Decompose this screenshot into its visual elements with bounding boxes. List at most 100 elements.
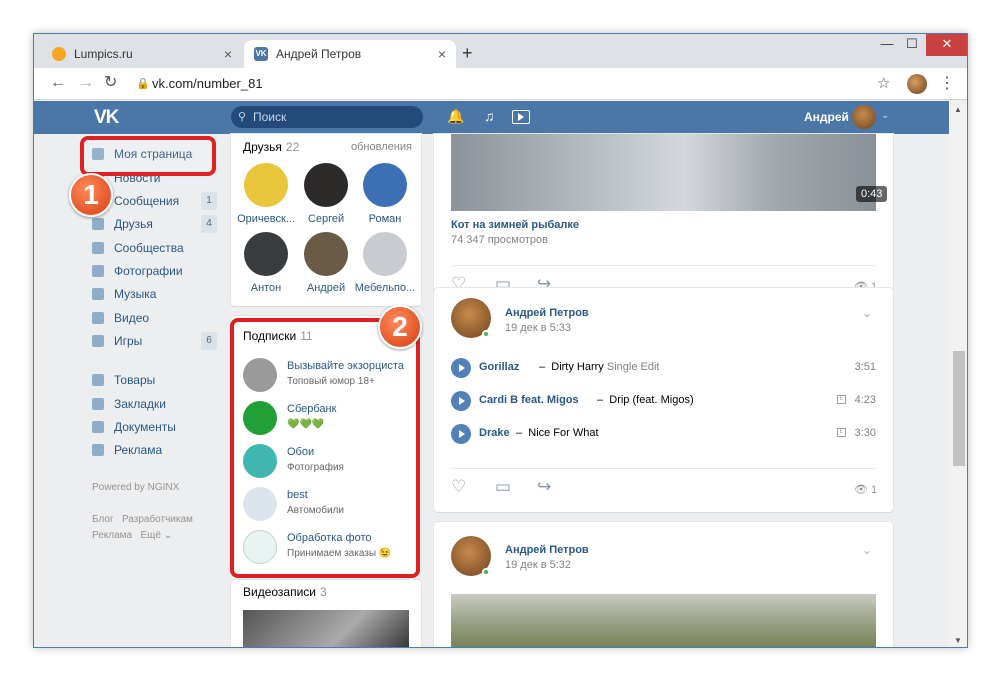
friends-updates-link[interactable]: обновления — [351, 141, 412, 153]
track-title-text: Nice For What — [528, 427, 599, 439]
search-input[interactable]: ⚲ Поиск — [231, 106, 423, 128]
friend-name: Мебельпо... — [354, 282, 416, 294]
reload-icon[interactable]: ↻ — [104, 74, 117, 92]
friend-item[interactable]: Роман — [350, 163, 420, 225]
video-duration: 0:43 — [856, 186, 888, 202]
maximize-button[interactable]: ☐ — [902, 34, 922, 56]
bookmark-star-icon[interactable]: ☆ — [877, 74, 890, 92]
play-icon[interactable] — [451, 391, 471, 411]
browser-window: Lumpics.ru × VK Андрей Петров × + — ☐ ✕ … — [33, 33, 968, 648]
track-dash: – — [597, 394, 604, 406]
tab-strip: Lumpics.ru × VK Андрей Петров × + — ☐ ✕ — [34, 34, 967, 68]
play-icon[interactable] — [512, 110, 530, 124]
track-title-text: Dirty Harry — [551, 361, 604, 373]
post-author-name[interactable]: Андрей Петров — [505, 307, 589, 319]
nav-item-friends[interactable]: Друзья 4 — [87, 214, 217, 234]
video-thumbnail[interactable] — [243, 610, 409, 647]
footer-link-developers[interactable]: Разработчикам — [122, 514, 193, 525]
footer-link-more[interactable]: Ещё ⌄ — [140, 530, 172, 541]
browser-toolbar: ← → ↻ 🔒 vk.com/number_81 ☆ ⋮ — [34, 68, 967, 100]
post-date[interactable]: 19 дек в 5:33 — [505, 322, 571, 334]
tab-vk-profile[interactable]: VK Андрей Петров × — [244, 40, 456, 68]
document-icon — [92, 421, 104, 433]
header-user-name[interactable]: Андрей — [804, 110, 849, 124]
track-duration: 3:51 — [854, 361, 876, 373]
scrollbar-thumb[interactable] — [953, 351, 965, 466]
lock-icon: 🔒 — [136, 78, 150, 90]
nav-item-communities[interactable]: Сообщества — [87, 238, 217, 258]
nav-item-games[interactable]: Игры 6 — [87, 331, 217, 351]
chevron-down-icon[interactable]: ⌄ — [881, 110, 889, 121]
play-icon[interactable] — [451, 358, 471, 378]
track-title: – Nice For What — [516, 427, 599, 439]
photo-post: Андрей Петров 19 дек в 5:32 ⌄ — [434, 522, 893, 647]
vk-logo[interactable]: VK — [94, 107, 119, 129]
post-author-name[interactable]: Андрей Петров — [505, 544, 589, 556]
audio-track[interactable]: Cardi B feat. Migos – Drip (feat. Migos)… — [451, 391, 876, 413]
nav-item-bookmarks[interactable]: Закладки — [87, 394, 217, 414]
views-number: 1 — [871, 484, 878, 496]
friend-name: Роман — [368, 213, 402, 225]
bag-icon — [92, 374, 104, 386]
nav-item-photos[interactable]: Фотографии — [87, 261, 217, 281]
track-artist[interactable]: Gorillaz — [479, 361, 519, 373]
film-icon — [92, 312, 104, 324]
window-close-button[interactable]: ✕ — [926, 34, 967, 56]
page-scrollbar[interactable]: ▲ ▼ — [949, 101, 967, 647]
chevron-down-icon[interactable]: ⌄ — [862, 306, 872, 320]
friend-item[interactable]: Мебельпо... — [350, 232, 420, 294]
track-title-text: Drip (feat. Migos) — [609, 394, 694, 406]
track-duration: 4:23 — [854, 394, 876, 406]
close-icon[interactable]: × — [438, 40, 446, 68]
track-artist[interactable]: Cardi B feat. Migos — [479, 394, 579, 406]
friend-avatar — [363, 163, 407, 207]
back-arrow-icon[interactable]: ← — [50, 74, 66, 92]
post-date[interactable]: 19 дек в 5:32 — [505, 559, 571, 571]
bell-icon[interactable]: 🔔 — [447, 108, 464, 125]
nav-count-badge: 1 — [201, 192, 217, 210]
new-tab-button[interactable]: + — [462, 44, 473, 62]
address-bar[interactable]: 🔒 vk.com/number_81 — [132, 73, 852, 95]
scroll-up-icon[interactable]: ▲ — [954, 105, 962, 114]
friend-avatar — [304, 163, 348, 207]
nav-label: Документы — [114, 420, 176, 434]
post-photo[interactable] — [451, 594, 876, 647]
videos-title[interactable]: Видеозаписи 3 — [243, 585, 327, 599]
minimize-button[interactable]: — — [877, 34, 897, 56]
track-dash: – — [539, 361, 546, 373]
nav-item-documents[interactable]: Документы — [87, 417, 217, 437]
nav-item-ads[interactable]: Реклама — [87, 440, 217, 460]
friend-avatar — [304, 232, 348, 276]
share-arrow-icon[interactable]: ↪ — [537, 477, 551, 497]
footer-link-ads[interactable]: Реклама — [92, 530, 132, 541]
close-icon[interactable]: × — [224, 40, 232, 68]
audio-track[interactable]: Drake – Nice For What E 3:30 — [451, 424, 876, 446]
footer-link-blog[interactable]: Блог — [92, 514, 114, 525]
audio-track[interactable]: Gorillaz – Dirty Harry Single Edit 3:51 — [451, 358, 876, 380]
tab-title: Андрей Петров — [276, 47, 362, 61]
menu-kebab-icon[interactable]: ⋮ — [939, 73, 955, 93]
online-indicator — [482, 568, 490, 576]
post-views: 👁 1 — [854, 483, 877, 496]
forward-arrow-icon[interactable]: → — [78, 74, 94, 92]
music-note-icon[interactable]: ♫ — [484, 108, 495, 124]
play-icon[interactable] — [451, 424, 471, 444]
video-title[interactable]: Кот на зимней рыбалке — [451, 219, 579, 231]
nav-item-market[interactable]: Товары — [87, 370, 217, 390]
tab-lumpics[interactable]: Lumpics.ru × — [42, 40, 242, 68]
nav-item-video[interactable]: Видео — [87, 308, 217, 328]
video-thumbnail[interactable]: 0:43 — [451, 134, 888, 211]
videos-title-text: Видеозаписи — [243, 585, 317, 599]
scroll-down-icon[interactable]: ▼ — [954, 636, 962, 645]
nav-item-music[interactable]: Музыка — [87, 284, 217, 304]
friends-title[interactable]: Друзья 22 — [243, 140, 299, 154]
video-post: 0:43 Кот на зимней рыбалке 74 347 просмо… — [434, 134, 893, 306]
track-artist[interactable]: Drake — [479, 427, 510, 439]
chevron-down-icon[interactable]: ⌄ — [862, 543, 872, 557]
like-heart-icon[interactable]: ♡ — [451, 477, 466, 497]
comment-icon[interactable]: ▭ — [495, 477, 511, 497]
group-icon — [92, 242, 104, 254]
online-indicator — [482, 330, 490, 338]
header-avatar[interactable] — [852, 105, 876, 129]
browser-profile-avatar[interactable] — [907, 74, 927, 94]
